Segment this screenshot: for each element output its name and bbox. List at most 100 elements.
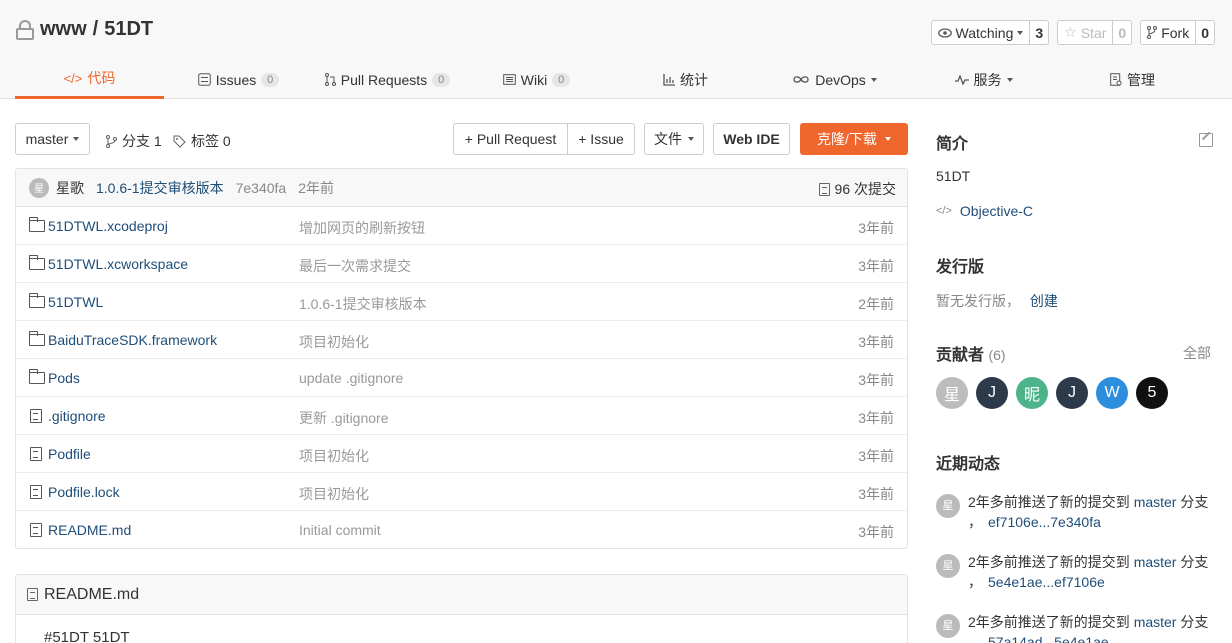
star-button[interactable]: ☆ Star bbox=[1058, 21, 1114, 44]
file-time: 2年前 bbox=[858, 296, 894, 312]
tab-admin[interactable]: 管理 bbox=[1058, 60, 1207, 99]
chevron-down-icon bbox=[1017, 30, 1024, 35]
compare-link[interactable]: 5e4e1ae...ef7106e bbox=[988, 574, 1105, 590]
release-title: 发行版 bbox=[936, 259, 985, 276]
file-commit-message[interactable]: Initial commit bbox=[299, 522, 381, 538]
file-name-link[interactable]: Podfile bbox=[48, 446, 91, 462]
file-name-link[interactable]: 51DTWL.xcodeproj bbox=[48, 218, 168, 234]
eye-icon bbox=[937, 27, 952, 38]
tab-issues[interactable]: Issues 0 bbox=[164, 60, 313, 99]
commit-time: 2年前 bbox=[298, 179, 334, 196]
compare-link[interactable]: 57a14ad...5e4e1ae bbox=[988, 634, 1109, 643]
chevron-down-icon bbox=[870, 77, 877, 82]
commit-sha[interactable]: 7e340fa bbox=[236, 180, 287, 196]
avatar[interactable]: J bbox=[1056, 377, 1088, 409]
table-row: .gitignore 更新 .gitignore 3年前 bbox=[16, 397, 907, 435]
file-commit-message[interactable]: 项目初始化 bbox=[299, 446, 369, 466]
file-commit-message[interactable]: 项目初始化 bbox=[299, 484, 369, 504]
branch-link[interactable]: master bbox=[1134, 614, 1177, 630]
lock-icon bbox=[16, 19, 34, 40]
file-menu-label: 文件 bbox=[654, 131, 682, 147]
branch-link[interactable]: master bbox=[1134, 554, 1177, 570]
file-time: 3年前 bbox=[858, 448, 894, 464]
file-menu-button[interactable]: 文件 bbox=[644, 123, 704, 155]
tab-services[interactable]: 服务 bbox=[909, 60, 1058, 99]
tab-label: 服务 bbox=[973, 71, 1002, 88]
avatar[interactable]: 星 bbox=[936, 377, 968, 409]
chevron-down-icon bbox=[688, 137, 694, 141]
table-row: Podfile.lock 项目初始化 3年前 bbox=[16, 473, 907, 511]
file-name-link[interactable]: 51DTWL.xcworkspace bbox=[48, 256, 188, 272]
tab-stats[interactable]: 统计 bbox=[611, 60, 760, 99]
file-name-link[interactable]: Podfile.lock bbox=[48, 484, 120, 500]
create-release-link[interactable]: 创建 bbox=[1030, 293, 1058, 309]
commit-message-link[interactable]: 1.0.6-1提交审核版本 bbox=[96, 178, 224, 198]
pulse-icon bbox=[954, 74, 969, 85]
contributors-all-link[interactable]: 全部 bbox=[1183, 343, 1211, 363]
file-commit-message[interactable]: 1.0.6-1提交审核版本 bbox=[299, 294, 427, 314]
web-ide-button[interactable]: Web IDE bbox=[713, 123, 790, 155]
fork-count[interactable]: 0 bbox=[1196, 21, 1214, 44]
chevron-down-icon bbox=[1006, 77, 1013, 82]
avatar[interactable]: J bbox=[976, 377, 1008, 409]
watch-count[interactable]: 3 bbox=[1030, 21, 1048, 44]
tab-devops[interactable]: DevOps bbox=[760, 60, 909, 99]
file-name-link[interactable]: Pods bbox=[48, 370, 80, 386]
activity-title: 近期动态 bbox=[936, 456, 1001, 473]
fork-button[interactable]: Fork bbox=[1141, 21, 1197, 44]
release-row: 暂无发行版， 创建 bbox=[936, 291, 1058, 311]
wiki-icon bbox=[502, 74, 516, 85]
branch-select[interactable]: master bbox=[15, 123, 90, 155]
star-button-group: ☆ Star 0 bbox=[1057, 20, 1133, 45]
avatar[interactable]: 5 bbox=[1136, 377, 1168, 409]
new-pull-request-button[interactable]: + Pull Request bbox=[453, 123, 568, 155]
tab-label: Pull Requests bbox=[340, 71, 428, 88]
tab-wiki[interactable]: Wiki 0 bbox=[462, 60, 611, 99]
readme-header: README.md bbox=[16, 575, 907, 615]
file-time: 3年前 bbox=[858, 220, 894, 236]
language-link[interactable]: Objective-C bbox=[960, 203, 1033, 219]
file-commit-message[interactable]: 更新 .gitignore bbox=[299, 408, 388, 428]
table-row: Podfile 项目初始化 3年前 bbox=[16, 435, 907, 473]
file-name-link[interactable]: .gitignore bbox=[48, 408, 106, 424]
folder-icon bbox=[28, 369, 45, 384]
avatar[interactable]: 星 bbox=[29, 177, 49, 198]
intro-text: 51DT bbox=[936, 168, 971, 184]
table-row: 51DTWL.xcodeproj 增加网页的刷新按钮 3年前 bbox=[16, 207, 907, 245]
contributors-count: (6) bbox=[988, 347, 1006, 363]
avatar[interactable]: W bbox=[1096, 377, 1128, 409]
commit-count-link[interactable]: 96 次提交 bbox=[818, 179, 896, 199]
file-name-link[interactable]: 51DTWL bbox=[48, 294, 103, 310]
commit-author[interactable]: 星歌 bbox=[56, 178, 84, 198]
compare-link[interactable]: ef7106e...7e340fa bbox=[988, 514, 1101, 530]
avatar[interactable]: 星 bbox=[936, 494, 960, 518]
repo-owner-link[interactable]: www bbox=[40, 18, 87, 41]
star-count[interactable]: 0 bbox=[1113, 21, 1131, 44]
watch-button-group: Watching 3 bbox=[930, 20, 1050, 45]
tags-link[interactable]: 标签 0 bbox=[173, 131, 231, 151]
folder-icon bbox=[28, 331, 45, 346]
file-commit-message[interactable]: 增加网页的刷新按钮 bbox=[299, 218, 425, 238]
tab-code[interactable]: </> 代码 bbox=[15, 60, 164, 99]
file-name-link[interactable]: BaiduTraceSDK.framework bbox=[48, 332, 217, 348]
bar-chart-icon bbox=[663, 73, 675, 86]
star-label: Star bbox=[1080, 24, 1107, 41]
file-commit-message[interactable]: 项目初始化 bbox=[299, 332, 369, 352]
branch-link[interactable]: master bbox=[1134, 494, 1177, 510]
tab-pull-requests[interactable]: Pull Requests 0 bbox=[313, 60, 462, 99]
file-commit-message[interactable]: 最后一次需求提交 bbox=[299, 256, 411, 276]
avatar[interactable]: 昵 bbox=[1016, 377, 1048, 409]
repo-name-link[interactable]: 51DT bbox=[104, 18, 153, 41]
new-issue-button[interactable]: + Issue bbox=[567, 123, 635, 155]
tab-label: 管理 bbox=[1127, 71, 1155, 88]
contributors-label: 贡献者 bbox=[936, 347, 985, 364]
edit-icon[interactable] bbox=[1199, 133, 1213, 147]
clone-download-button[interactable]: 克隆/下载 bbox=[800, 123, 908, 155]
watch-button[interactable]: Watching bbox=[932, 21, 1031, 44]
file-commit-message[interactable]: update .gitignore bbox=[299, 370, 403, 386]
avatar[interactable]: 星 bbox=[936, 554, 960, 578]
table-row: README.md Initial commit 3年前 bbox=[16, 511, 907, 549]
branches-link[interactable]: 分支 1 bbox=[106, 131, 162, 151]
file-name-link[interactable]: README.md bbox=[48, 522, 131, 538]
avatar[interactable]: 星 bbox=[936, 614, 960, 638]
